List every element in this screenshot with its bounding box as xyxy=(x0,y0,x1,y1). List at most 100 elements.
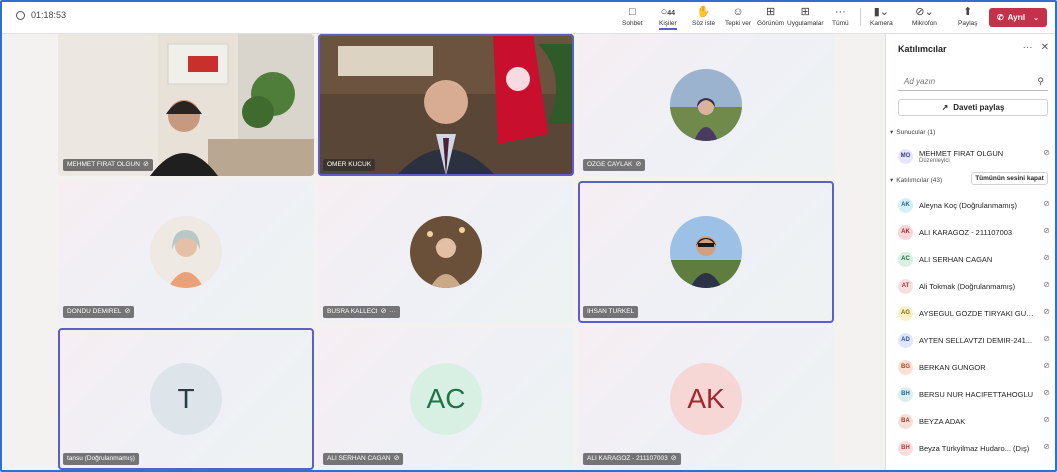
close-icon[interactable]: ✕ xyxy=(1041,42,1049,53)
mic-off-icon: ⊘ xyxy=(1043,334,1050,343)
list-item[interactable]: BH BERSU NUR HACIFETTAHOGLU ⊘ xyxy=(898,382,1054,406)
more-options-icon[interactable]: ··· xyxy=(389,306,396,318)
teams-meeting-window: 01:18:53 □ Sohbet ○44 Kişiler ✋ Söz iste… xyxy=(0,0,1057,472)
chevron-down-icon[interactable]: ⌄ xyxy=(1033,14,1039,22)
list-item[interactable]: BA BEYZA ADAK ⊘ xyxy=(898,409,1054,433)
chat-label: Sohbet xyxy=(622,20,643,27)
react-button[interactable]: ☺ Tepki ver xyxy=(725,4,751,32)
share-label: Paylaş xyxy=(958,20,978,27)
share-icon: ⬆ xyxy=(963,6,973,18)
avatar: AK xyxy=(898,197,913,213)
share-invite-button[interactable]: ↗ Daveti paylaş xyxy=(898,99,1048,116)
list-item[interactable]: BG BERKAN GUNGOR ⊘ xyxy=(898,355,1054,379)
video-grid: MEHMET FIRAT OLGUN ⊘ OMER KUCUK OZGE CAY… xyxy=(2,34,885,470)
avatar: AD xyxy=(898,332,913,348)
view-button[interactable]: ⊞ Görünüm xyxy=(757,4,784,32)
mic-off-icon: ⊘ xyxy=(1043,442,1050,451)
list-item[interactable]: AG AYSEGUL GOZDE TIRYAKI GUN... ⊘ xyxy=(898,301,1054,325)
mic-off-icon: ⊘ xyxy=(393,455,400,462)
camera-button[interactable]: ▮⌄ Kamera xyxy=(870,4,893,32)
participant-tile[interactable]: OMER KUCUK xyxy=(318,34,574,176)
participant-video xyxy=(58,34,314,176)
camera-icon: ▮⌄ xyxy=(873,6,890,18)
participant-name-tag: DONDU DEMIREL ⊘ xyxy=(63,306,135,318)
attendees-section-header[interactable]: ▾ Katılımcılar (43) xyxy=(890,176,942,185)
people-count: 44 xyxy=(667,10,676,17)
avatar: AC xyxy=(898,251,913,267)
hand-icon: ✋ xyxy=(696,6,711,18)
avatar: MO xyxy=(898,148,913,164)
search-input[interactable]: Ad yazın ⚲ xyxy=(898,74,1048,91)
participant-name-tag: tansu (Doğrulanmamış) xyxy=(63,453,139,465)
clock-icon xyxy=(16,10,25,20)
participant-name-tag: IHSAN TURKEL xyxy=(583,306,639,318)
participant-tile[interactable]: DONDU DEMIREL ⊘ xyxy=(58,181,314,323)
toolbar-divider xyxy=(860,8,861,26)
mic-off-icon: ⊘ xyxy=(1043,415,1050,424)
people-label: Kişiler xyxy=(659,20,677,30)
participant-tile[interactable]: OZGE CAYLAK ⊘ xyxy=(578,34,834,176)
list-item[interactable]: AC ALI SERHAN CAGAN ⊘ xyxy=(898,247,1054,271)
list-item[interactable]: BH Beyza Türkyilmaz Hudaro... (Dış) ⊘ xyxy=(898,436,1054,460)
presenter-row[interactable]: MO MEHMET FIRAT OLGUN Düzenleyici ⊘ xyxy=(898,142,1054,170)
mic-off-icon: ⊘ xyxy=(1043,388,1050,397)
phone-icon: ✆ xyxy=(996,13,1004,22)
avatar: BH xyxy=(898,440,913,456)
chat-icon: □ xyxy=(628,6,636,18)
participant-tile[interactable]: IHSAN TURKEL xyxy=(578,181,834,323)
apps-label: Uygulamalar xyxy=(787,20,824,27)
participant-tile[interactable]: T tansu (Doğrulanmamış) xyxy=(58,328,314,470)
participant-tile[interactable]: AC ALI SERHAN CAGAN ⊘ xyxy=(318,328,574,470)
elapsed-time: 01:18:53 xyxy=(31,10,67,20)
people-button[interactable]: ○44 Kişiler xyxy=(659,4,677,32)
more-dots-icon: ··· xyxy=(834,6,846,18)
mic-off-icon: ⊘ xyxy=(1043,148,1050,157)
raise-hand-button[interactable]: ✋ Söz iste xyxy=(692,4,715,32)
search-placeholder: Ad yazın xyxy=(904,77,936,86)
role-label: Düzenleyici xyxy=(919,157,950,164)
search-icon: ⚲ xyxy=(1037,76,1044,86)
collapse-icon: ▾ xyxy=(890,129,894,136)
participant-avatar: T xyxy=(150,363,222,435)
mic-off-icon: ⊘ xyxy=(142,161,149,168)
participant-name: AYSEGUL GOZDE TIRYAKI GUN... xyxy=(919,308,1037,318)
participant-tile[interactable]: AK ALI KARAGOZ - 211107003 ⊘ xyxy=(578,328,834,470)
mute-all-button[interactable]: Tümünün sesini kapat xyxy=(971,172,1048,185)
mic-off-icon: ⊘ xyxy=(1043,199,1050,208)
react-label: Tepki ver xyxy=(725,20,752,27)
apps-button[interactable]: ⊞ Uygulamalar xyxy=(787,4,824,32)
participant-avatar xyxy=(670,216,742,288)
participant-tile[interactable]: MEHMET FIRAT OLGUN ⊘ xyxy=(58,34,314,176)
list-item[interactable]: AT Ali Tokmak (Doğrulanmamış) ⊘ xyxy=(898,274,1054,298)
share-button[interactable]: ⬆ Paylaş xyxy=(958,4,978,32)
participant-name-tag: OMER KUCUK xyxy=(323,159,376,171)
chat-button[interactable]: □ Sohbet xyxy=(622,4,643,32)
panel-title: Katılımcılar xyxy=(898,44,947,54)
mic-button[interactable]: ⊘⌄ Mikrofon xyxy=(912,4,937,32)
mic-off-icon: ⊘ xyxy=(670,455,677,462)
participant-tile[interactable]: BUSRA KALLECI ⊘ ··· xyxy=(318,181,574,323)
participant-name: Ali Tokmak (Doğrulanmamış) xyxy=(919,281,1016,291)
list-item[interactable]: AD AYTEN SELLAVTZI DEMIR-241... ⊘ xyxy=(898,328,1054,352)
raise-hand-label: Söz iste xyxy=(692,20,716,27)
presenters-section-header[interactable]: ▾ Sunucular (1) xyxy=(890,128,935,137)
participant-name-tag: MEHMET FIRAT OLGUN ⊘ xyxy=(63,159,153,171)
more-label: Tümü xyxy=(832,20,849,27)
more-button[interactable]: ··· Tümü xyxy=(832,4,849,32)
participant-name: ALI SERHAN CAGAN xyxy=(919,254,993,264)
leave-button[interactable]: ✆ Ayrıl ⌄ xyxy=(989,8,1047,27)
participant-name: BEYZA ADAK xyxy=(919,416,966,426)
mic-off-icon: ⊘ xyxy=(1043,307,1050,316)
list-item[interactable]: AK ALI KARAGOZ - 211107003 ⊘ xyxy=(898,220,1054,244)
list-item[interactable]: AK Aleyna Koç (Doğrulanmamış) ⊘ xyxy=(898,193,1054,217)
participant-name-tag: BUSRA KALLECI ⊘ ··· xyxy=(323,306,400,318)
grid-view-icon: ⊞ xyxy=(765,6,776,18)
view-label: Görünüm xyxy=(757,20,785,27)
mic-off-icon: ⊘ xyxy=(124,308,131,315)
people-icon: ○44 xyxy=(660,6,676,18)
avatar: AK xyxy=(898,224,913,240)
participant-name-tag: ALI KARAGOZ - 211107003 ⊘ xyxy=(583,453,681,465)
participant-name-tag: ALI SERHAN CAGAN ⊘ xyxy=(323,453,404,465)
participant-avatar xyxy=(670,69,742,141)
more-options-icon[interactable]: ··· xyxy=(1023,42,1033,53)
